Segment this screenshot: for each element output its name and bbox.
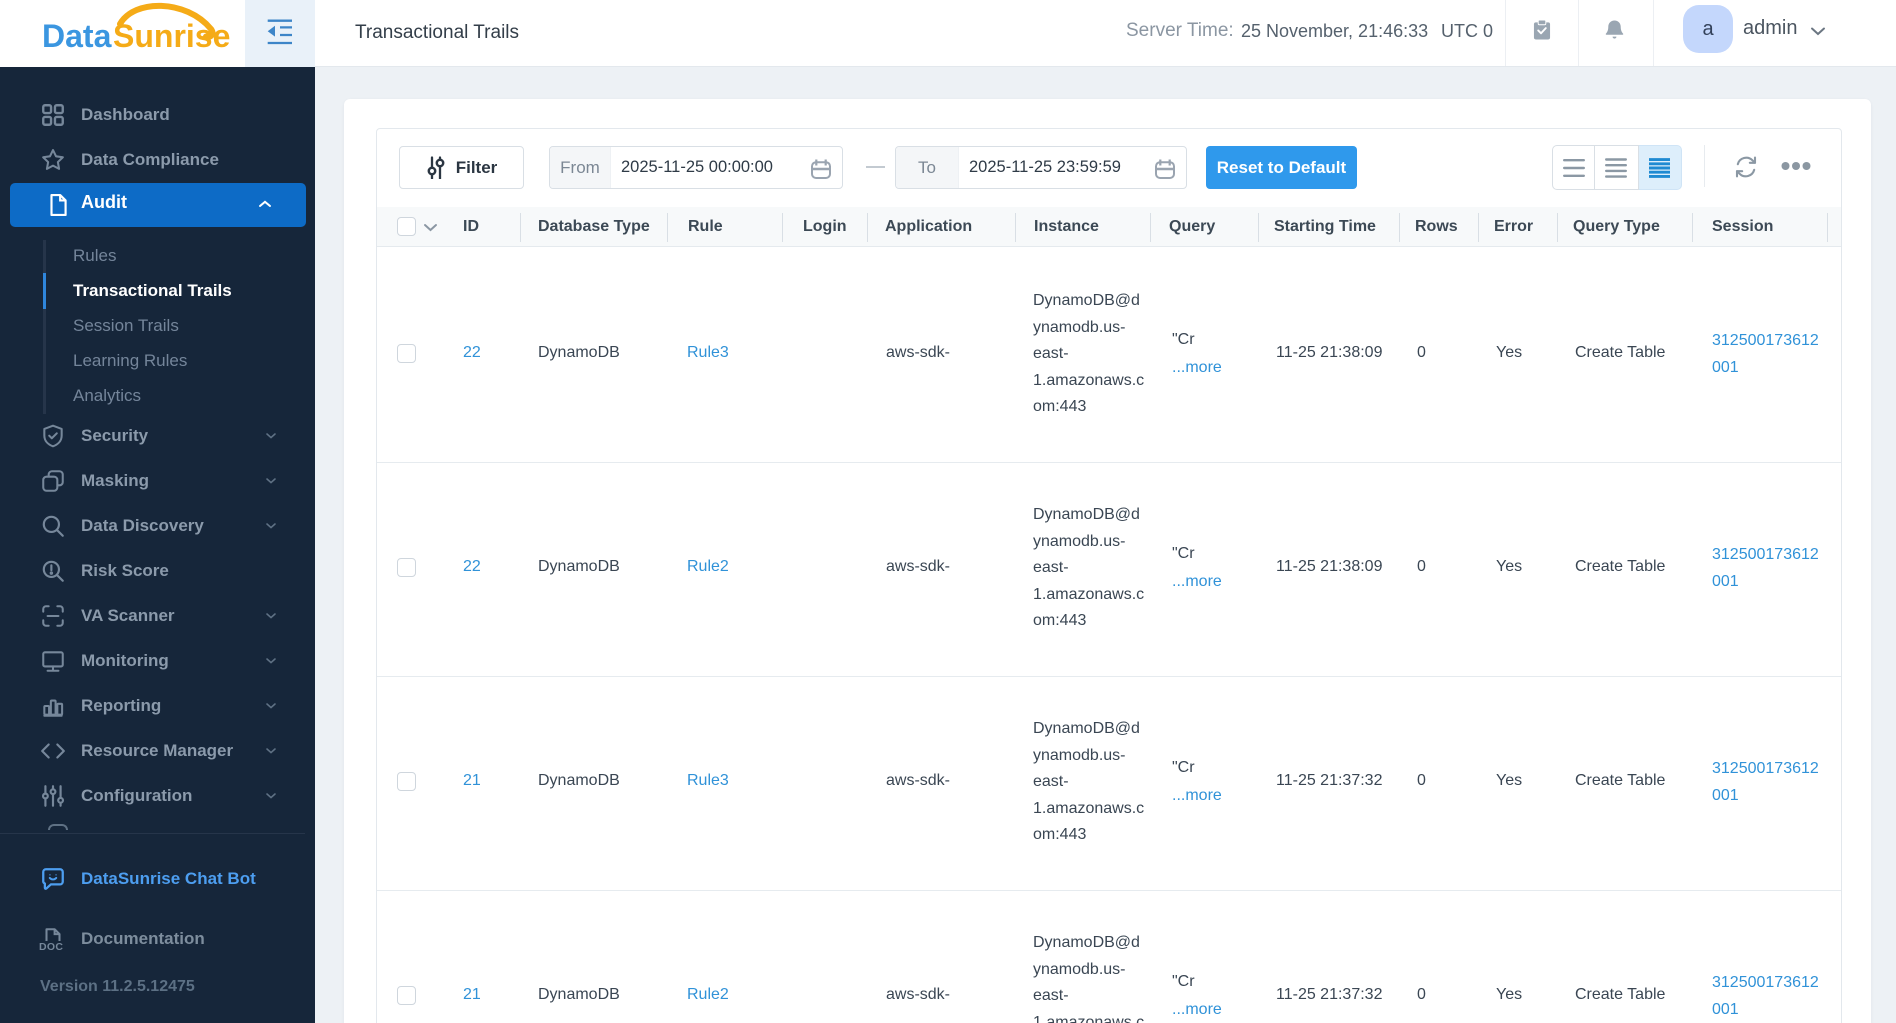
svg-text:Data: Data [42, 18, 112, 54]
svg-text:Sunrise: Sunrise [113, 18, 230, 54]
